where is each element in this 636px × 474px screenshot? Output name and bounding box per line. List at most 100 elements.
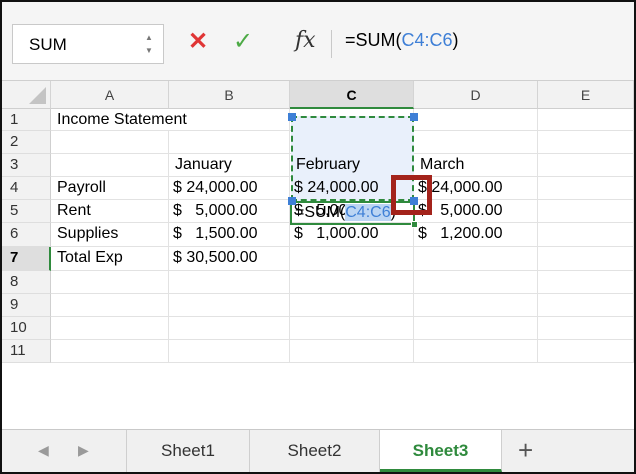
column-header-c[interactable]: C	[290, 81, 414, 109]
enter-check-icon[interactable]: ✓	[233, 30, 253, 54]
cell-a3[interactable]	[51, 154, 169, 177]
column-header-a[interactable]: A	[51, 81, 169, 109]
name-box-value: SUM	[29, 35, 67, 54]
cell-b8[interactable]	[169, 271, 290, 294]
cell-c7-formula: =SUM(C4:C6)	[295, 202, 396, 224]
column-header-d[interactable]: D	[414, 81, 538, 109]
cell-d2[interactable]	[414, 131, 538, 154]
cell-e9[interactable]	[538, 294, 634, 317]
next-sheet-icon[interactable]: ▶	[78, 442, 89, 459]
cell-c4-text: $ 24,000.00	[294, 179, 379, 196]
cell-e6[interactable]	[538, 223, 634, 247]
tab-sheet1[interactable]: Sheet1	[126, 430, 250, 472]
row-header-9[interactable]: 9	[2, 294, 51, 317]
column-header-b[interactable]: B	[169, 81, 290, 109]
cell-c10[interactable]	[290, 317, 414, 340]
name-box-stepper-icon[interactable]: ▲ ▼	[143, 31, 155, 59]
formula-prefix: =SUM(	[345, 30, 402, 50]
cell-d8[interactable]	[414, 271, 538, 294]
formula-input[interactable]: =SUM(C4:C6)	[345, 30, 459, 51]
cell-a11[interactable]	[51, 340, 169, 363]
cell-e3[interactable]	[538, 154, 634, 177]
tab-sheet2[interactable]: Sheet2	[250, 430, 380, 472]
select-all-triangle-icon	[29, 87, 46, 104]
cell-d9[interactable]	[414, 294, 538, 317]
cell-c6[interactable]: $ 1,000.00	[290, 223, 414, 247]
cell-b10[interactable]	[169, 317, 290, 340]
cell-a6-text: Supplies	[57, 225, 119, 242]
cell-b9[interactable]	[169, 294, 290, 317]
cell-e2[interactable]	[538, 131, 634, 154]
cell-e10[interactable]	[538, 317, 634, 340]
cell-d6[interactable]: $ 1,200.00	[414, 223, 538, 247]
cell-a6[interactable]: Supplies	[51, 223, 169, 247]
cell-e7[interactable]	[538, 247, 634, 271]
cell-b6-text: $ 1,500.00	[173, 225, 258, 242]
row-header-8[interactable]: 8	[2, 271, 51, 294]
cell-a10[interactable]	[51, 317, 169, 340]
row-header-6[interactable]: 6	[2, 223, 51, 247]
cell-c7-formula-prefix: =SUM(	[295, 204, 346, 221]
range-handle-top-right[interactable]	[410, 113, 418, 121]
cell-a2[interactable]	[51, 131, 169, 154]
cell-c9[interactable]	[290, 294, 414, 317]
cell-e4[interactable]	[538, 177, 634, 200]
cell-a9[interactable]	[51, 294, 169, 317]
row-header-10[interactable]: 10	[2, 317, 51, 340]
name-box[interactable]: SUM ▲ ▼	[12, 24, 164, 64]
cell-b5[interactable]: $ 5,000.00	[169, 200, 290, 223]
row-header-7[interactable]: 7	[2, 247, 51, 271]
cell-a4[interactable]: Payroll	[51, 177, 169, 200]
cell-c8[interactable]	[290, 271, 414, 294]
cell-d7[interactable]	[414, 247, 538, 271]
cell-d5[interactable]: $ 5,000.00	[414, 200, 538, 223]
cell-d3[interactable]: March	[414, 154, 538, 177]
cancel-icon[interactable]: ✕	[188, 30, 208, 54]
row-header-11[interactable]: 11	[2, 340, 51, 363]
previous-sheet-icon[interactable]: ◀	[38, 442, 49, 459]
cell-a1[interactable]: Income Statement	[51, 109, 187, 131]
row-header-5[interactable]: 5	[2, 200, 51, 223]
cell-c11[interactable]	[290, 340, 414, 363]
cell-a1-text: Income Statement	[57, 111, 187, 128]
cell-b3-text: January	[175, 156, 232, 173]
cell-a8[interactable]	[51, 271, 169, 294]
row-header-1[interactable]: 1	[2, 109, 51, 131]
cell-b5-text: $ 5,000.00	[173, 202, 258, 219]
cell-d1[interactable]	[414, 109, 538, 131]
fill-handle[interactable]	[411, 221, 418, 228]
tab-sheet3[interactable]: Sheet3	[380, 430, 502, 472]
cell-b6[interactable]: $ 1,500.00	[169, 223, 290, 247]
cell-e11[interactable]	[538, 340, 634, 363]
red-callout-box	[391, 175, 432, 215]
cell-a7-text: Total Exp	[57, 249, 123, 266]
cell-e1[interactable]	[538, 109, 634, 131]
cell-e5[interactable]	[538, 200, 634, 223]
select-all-corner[interactable]	[2, 81, 51, 109]
add-sheet-icon[interactable]: +	[518, 435, 533, 465]
cell-a7[interactable]: Total Exp	[51, 247, 169, 271]
spreadsheet-window: SUM ▲ ▼ ✕ ✓ fx =SUM(C4:C6) A B C D E 1 2 …	[0, 0, 636, 474]
cell-d6-text: $ 1,200.00	[418, 225, 503, 242]
cell-b7[interactable]: $ 30,500.00	[169, 247, 290, 271]
cell-c7[interactable]	[290, 247, 414, 271]
cell-e8[interactable]	[538, 271, 634, 294]
formula-reference: C4:C6	[401, 30, 453, 50]
cell-b3[interactable]: January	[169, 154, 290, 177]
cell-d4[interactable]: $ 24,000.00	[414, 177, 538, 200]
row-header-3[interactable]: 3	[2, 154, 51, 177]
cell-b1[interactable]	[169, 109, 290, 131]
cell-b11[interactable]	[169, 340, 290, 363]
cell-b4[interactable]: $ 24,000.00	[169, 177, 290, 200]
row-header-4[interactable]: 4	[2, 177, 51, 200]
formula-bar-divider	[331, 30, 332, 58]
column-header-e[interactable]: E	[538, 81, 634, 109]
cell-b2[interactable]	[169, 131, 290, 154]
cell-c7-formula-reference: C4:C6	[345, 204, 391, 221]
cell-a5[interactable]: Rent	[51, 200, 169, 223]
function-icon[interactable]: fx	[295, 28, 316, 53]
row-header-2[interactable]: 2	[2, 131, 51, 154]
cell-d10[interactable]	[414, 317, 538, 340]
range-handle-top-left[interactable]	[288, 113, 296, 121]
cell-d11[interactable]	[414, 340, 538, 363]
